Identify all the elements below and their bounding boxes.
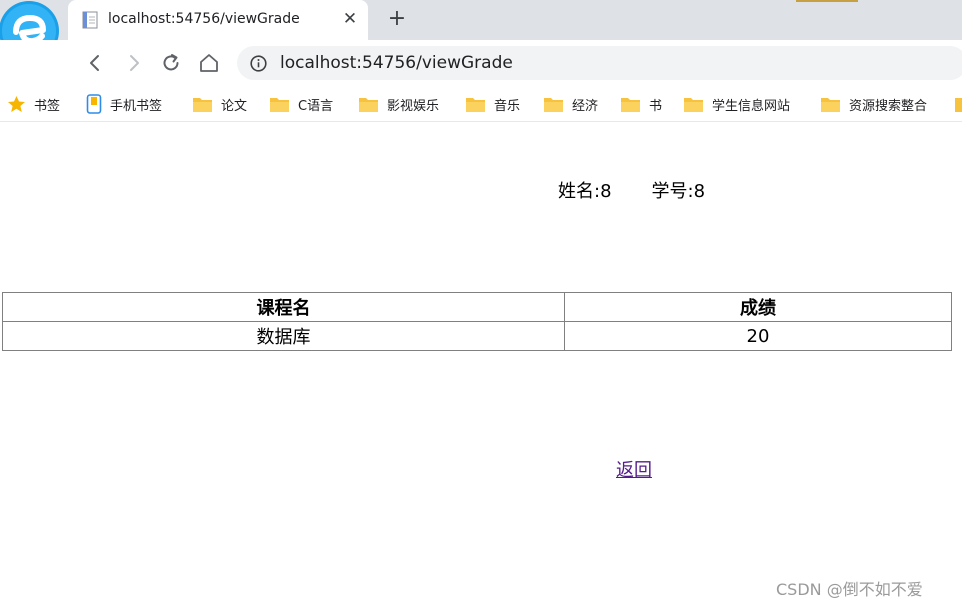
forward-icon[interactable] [123, 52, 145, 74]
address-text: localhost:54756/viewGrade [280, 53, 513, 73]
active-tab[interactable]: localhost:54756/viewGrade ✕ [68, 0, 368, 40]
student-info: 姓名:8 学号:8 [558, 177, 705, 203]
student-name: 姓名:8 [558, 181, 612, 202]
folder-icon [270, 97, 289, 112]
bookmark-label: 经济 [572, 98, 599, 114]
table-header-row: 课程名 成绩 [2, 292, 952, 322]
bookmark-label: 音乐 [494, 98, 521, 114]
bookmark-label: 手机书签 [110, 98, 163, 114]
folder-icon [955, 98, 962, 112]
folder-icon [193, 97, 212, 112]
grades-table: 课程名 成绩 数据库 20 [2, 292, 952, 351]
bookmark-item[interactable]: 论文 [192, 86, 247, 122]
column-header-course: 课程名 [2, 292, 565, 322]
course-name-cell: 数据库 [2, 321, 565, 351]
bookmarks-bar: 书签 手机书签 论文 C语言 影视娱乐 音乐 经济 书 学生信息网站 资源搜索整… [0, 86, 962, 122]
bookmark-item[interactable]: 手机书签 [86, 86, 162, 122]
bookmark-item[interactable]: 经济 [543, 86, 598, 122]
column-header-score: 成绩 [564, 292, 952, 322]
bookmark-label: 书 [649, 98, 663, 114]
bookmark-item[interactable]: 音乐 [465, 86, 520, 122]
site-info-icon[interactable] [250, 55, 267, 72]
bookmark-item[interactable]: 学生信息网站 [683, 86, 790, 122]
tab-title: localhost:54756/viewGrade [108, 11, 300, 27]
star-icon [8, 96, 25, 112]
score-cell: 20 [564, 321, 952, 351]
bookmark-item[interactable]: 影视娱乐 [358, 86, 439, 122]
tab-strip-accent [796, 0, 858, 2]
tab-strip: localhost:54756/viewGrade ✕ + [0, 0, 962, 40]
bookmark-label: 学生信息网站 [712, 98, 791, 114]
bookmark-label: C语言 [298, 98, 334, 114]
bookmark-item[interactable]: 书 [620, 86, 662, 122]
table-row: 数据库 20 [2, 321, 952, 351]
bookmark-label: 书签 [34, 98, 61, 114]
phone-bookmark-icon [86, 94, 102, 114]
bookmark-item[interactable]: C语言 [269, 86, 333, 122]
student-id: 学号:8 [651, 181, 706, 202]
bookmark-item[interactable]: 书签 [7, 86, 60, 122]
page-favicon-icon [82, 11, 98, 29]
folder-icon [466, 97, 485, 112]
folder-icon [544, 97, 563, 112]
reload-icon[interactable] [160, 52, 182, 74]
new-tab-icon[interactable]: + [386, 8, 408, 30]
bookmark-label: 影视娱乐 [387, 98, 440, 114]
folder-icon [821, 97, 840, 112]
bookmark-label: 论文 [221, 98, 248, 114]
back-icon[interactable] [84, 52, 106, 74]
back-link[interactable]: 返回 [616, 456, 652, 482]
folder-icon [621, 97, 640, 112]
address-bar[interactable]: localhost:54756/viewGrade [237, 46, 962, 80]
bookmark-label: 资源搜索整合 [849, 98, 928, 114]
close-tab-icon[interactable]: ✕ [340, 9, 360, 29]
folder-icon [359, 97, 378, 112]
csdn-watermark: CSDN @倒不如不爱 [776, 580, 923, 599]
folder-icon [684, 97, 703, 112]
bookmark-item[interactable]: 资源搜索整合 [820, 86, 927, 122]
browser-toolbar: localhost:54756/viewGrade [0, 40, 962, 86]
home-icon[interactable] [198, 52, 220, 74]
